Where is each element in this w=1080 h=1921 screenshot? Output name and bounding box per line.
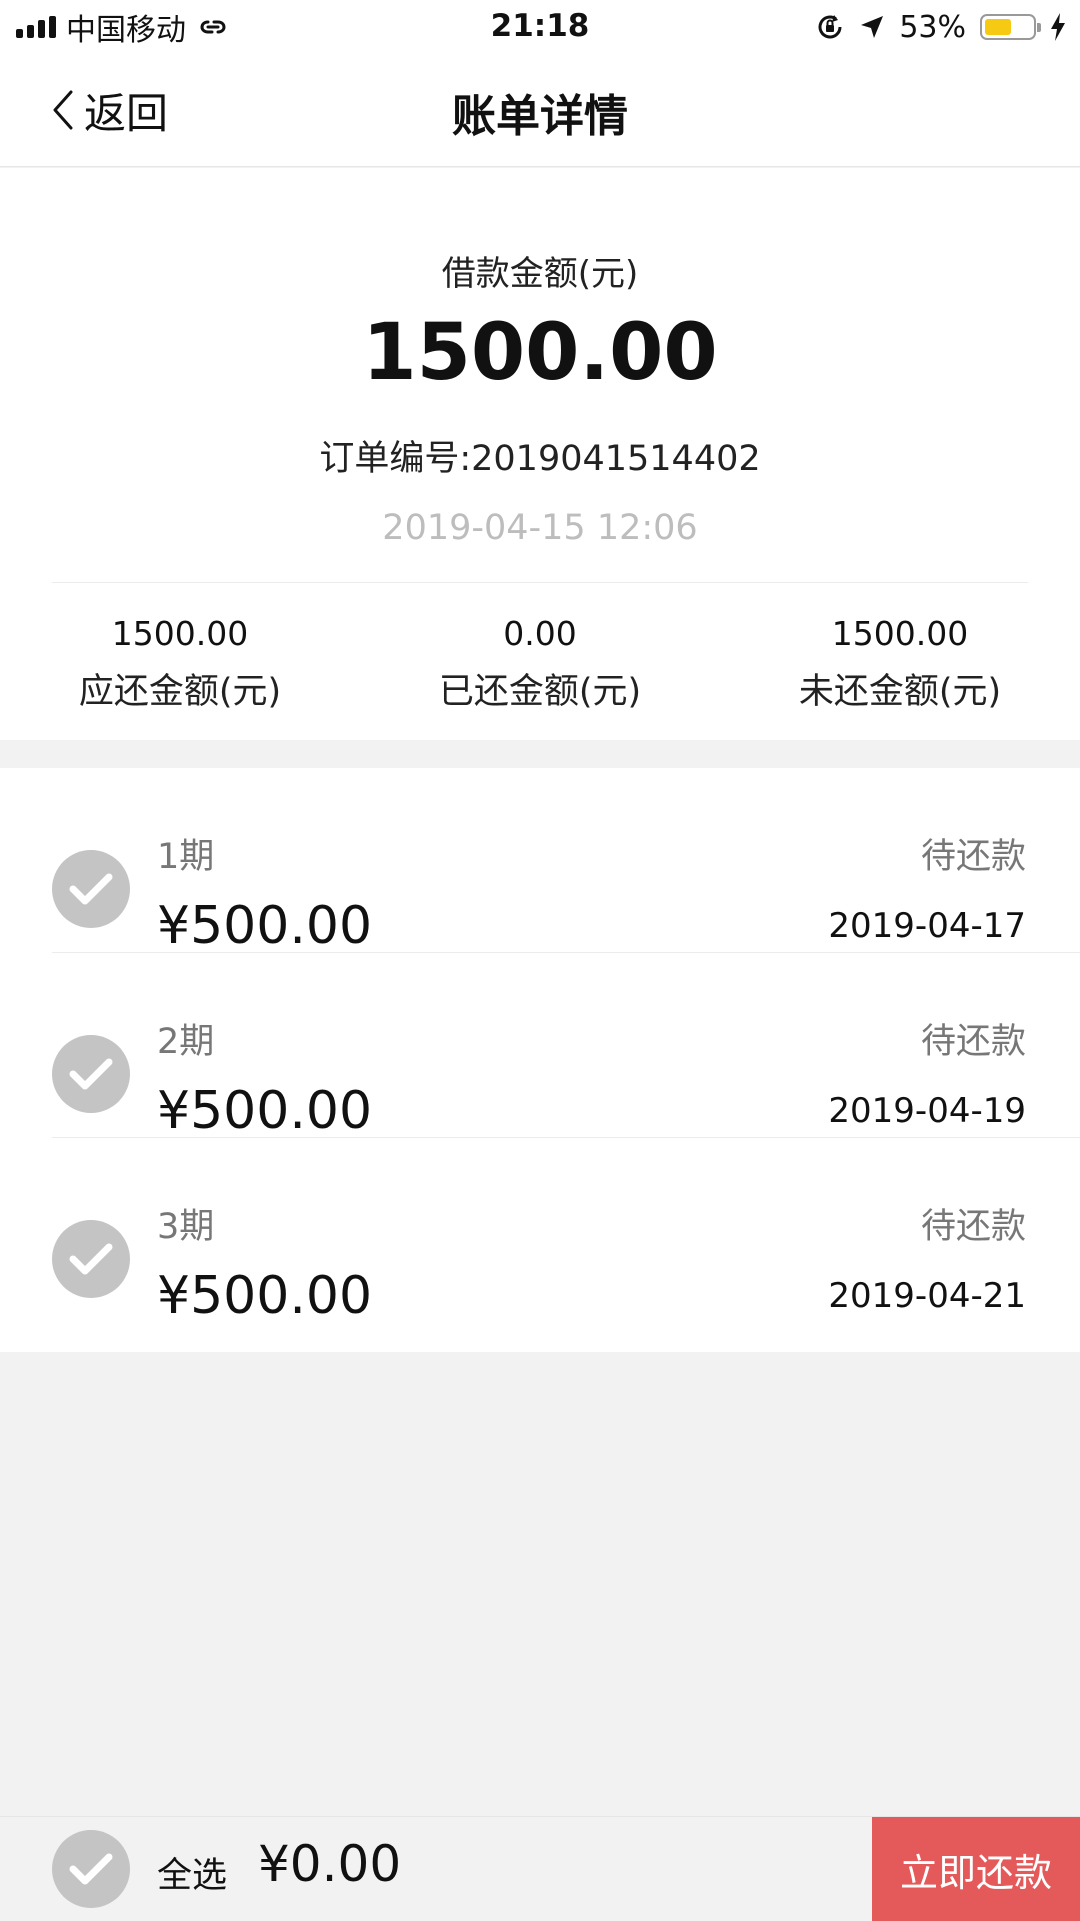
installment-due-date: 2019-04-21	[828, 1276, 1026, 1316]
bottom-bar: 全选 ¥0.00 立即还款	[0, 1816, 1080, 1921]
installment-amount: ¥500.00	[157, 1266, 373, 1326]
battery-percent: 53%	[899, 9, 966, 45]
installment-row[interactable]: 2期 ¥500.00 待还款 2019-04-19	[0, 953, 1080, 1141]
installment-status: 待还款	[920, 1022, 1026, 1062]
nav-bar: 返回 账单详情	[0, 54, 1080, 167]
divider	[52, 582, 1028, 583]
location-icon	[861, 16, 884, 38]
installment-amount: ¥500.00	[157, 896, 373, 956]
stat-repaid: 0.00 已还金额(元)	[360, 614, 720, 714]
order-date: 2019-04-15 12:06	[382, 508, 698, 548]
status-right: 53%	[815, 8, 1066, 46]
installment-period: 1期	[157, 837, 215, 877]
order-number: 2019041514402	[471, 439, 761, 479]
stat-outstanding: 1500.00 未还金额(元)	[720, 614, 1080, 714]
installment-period: 3期	[157, 1207, 215, 1247]
installment-amount: ¥500.00	[157, 1081, 373, 1141]
rotation-lock-icon	[818, 15, 842, 39]
installment-row[interactable]: 3期 ¥500.00 待还款 2019-04-21	[0, 1138, 1080, 1326]
checkmark-icon[interactable]	[52, 1220, 130, 1298]
select-all-label[interactable]: 全选	[157, 1847, 227, 1898]
page-title: 账单详情	[452, 91, 628, 142]
stat-value: 1500.00	[111, 614, 249, 653]
charging-icon	[1051, 13, 1065, 41]
battery-icon	[980, 14, 1041, 40]
select-all-checkbox[interactable]	[52, 1830, 130, 1908]
installment-status: 待还款	[920, 837, 1026, 877]
installment-row[interactable]: 1期 ¥500.00 待还款 2019-04-17	[0, 768, 1080, 956]
installment-due-date: 2019-04-17	[828, 906, 1026, 946]
checkmark-icon[interactable]	[52, 850, 130, 928]
installment-period: 2期	[157, 1022, 215, 1062]
checkmark-icon[interactable]	[52, 1035, 130, 1113]
installment-status: 待还款	[920, 1207, 1026, 1247]
repay-now-button[interactable]: 立即还款	[872, 1817, 1080, 1921]
stat-label: 应还金额(元)	[78, 672, 282, 712]
stat-value: 1500.00	[831, 614, 969, 653]
stat-value: 0.00	[503, 614, 577, 653]
loan-amount: 1500.00	[362, 308, 718, 398]
selected-total: ¥0.00	[258, 1835, 402, 1893]
loan-summary: 借款金额(元) 1500.00 订单编号:2019041514402 2019-…	[0, 168, 1080, 740]
installment-list: 1期 ¥500.00 待还款 2019-04-17 2期 ¥500.00 待还款…	[0, 768, 1080, 1352]
stat-due: 1500.00 应还金额(元)	[0, 614, 360, 714]
stat-label: 已还金额(元)	[438, 672, 642, 712]
order-number-label: 订单编号:	[319, 439, 472, 479]
installment-due-date: 2019-04-19	[828, 1091, 1026, 1131]
stat-label: 未还金额(元)	[798, 672, 1002, 712]
order-number-line: 订单编号:2019041514402	[0, 430, 1080, 481]
status-bar: 中国移动 21:18 53%	[0, 0, 1080, 54]
loan-amount-label: 借款金额(元)	[441, 254, 639, 294]
checkmark-icon	[69, 1853, 113, 1885]
repayment-stats: 1500.00 应还金额(元) 0.00 已还金额(元) 1500.00 未还金…	[0, 614, 1080, 714]
